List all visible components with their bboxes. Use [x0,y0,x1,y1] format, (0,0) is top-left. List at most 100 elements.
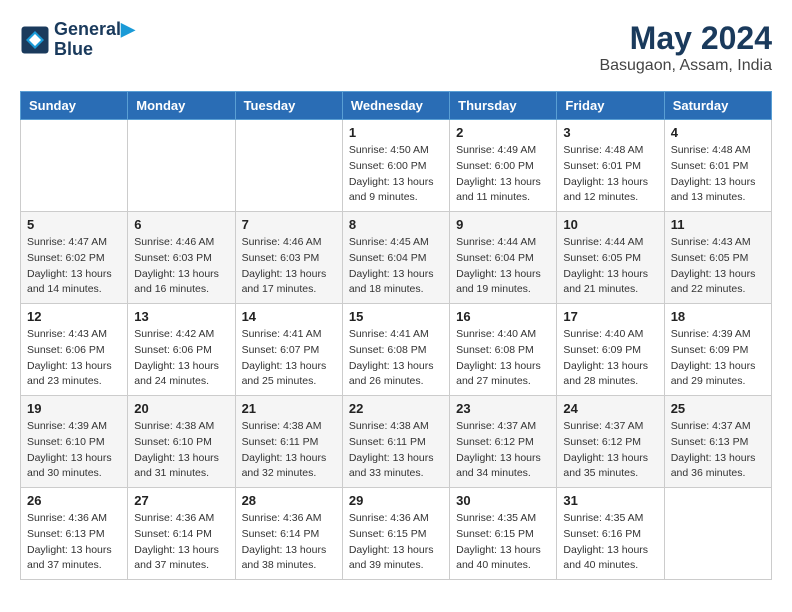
day-info: Sunrise: 4:46 AMSunset: 6:03 PMDaylight:… [242,235,336,298]
day-info: Sunrise: 4:35 AMSunset: 6:16 PMDaylight:… [563,511,657,574]
day-number: 16 [456,309,550,324]
day-info: Sunrise: 4:40 AMSunset: 6:09 PMDaylight:… [563,327,657,390]
calendar-cell: 15Sunrise: 4:41 AMSunset: 6:08 PMDayligh… [342,304,449,396]
calendar-cell: 25 Sunrise: 4:37 AMSunset: 6:13 PMDayligh… [664,396,771,488]
day-info: Sunrise: 4:48 AMSunset: 6:01 PMDaylight:… [671,143,765,206]
day-info: Sunrise: 4:36 AMSunset: 6:14 PMDaylight:… [134,511,228,574]
calendar-cell: 31 Sunrise: 4:35 AMSunset: 6:16 PMDayligh… [557,488,664,580]
calendar-cell: 9 Sunrise: 4:44 AMSunset: 6:04 PMDaylight… [450,212,557,304]
calendar-cell [128,120,235,212]
day-number: 23 [456,401,550,416]
day-number: 22 [349,401,443,416]
title-block: May 2024 Basugaon, Assam, India [599,20,772,75]
day-info: Sunrise: 4:35 AMSunset: 6:15 PMDaylight:… [456,511,550,574]
calendar-table: SundayMondayTuesdayWednesdayThursdayFrid… [20,91,772,580]
weekday-header-tuesday: Tuesday [235,92,342,120]
day-info: Sunrise: 4:38 AMSunset: 6:10 PMDaylight:… [134,419,228,482]
week-row-4: 19 Sunrise: 4:39 AMSunset: 6:10 PMDayligh… [21,396,772,488]
day-info: Sunrise: 4:43 AMSunset: 6:06 PMDaylight:… [27,327,121,390]
calendar-cell: 16 Sunrise: 4:40 AMSunset: 6:08 PMDayligh… [450,304,557,396]
day-number: 26 [27,493,121,508]
calendar-cell: 17 Sunrise: 4:40 AMSunset: 6:09 PMDayligh… [557,304,664,396]
day-info: Sunrise: 4:40 AMSunset: 6:08 PMDaylight:… [456,327,550,390]
day-number: 17 [563,309,657,324]
day-number: 8 [349,217,443,232]
week-row-5: 26Sunrise: 4:36 AMSunset: 6:13 PMDayligh… [21,488,772,580]
calendar-cell: 26Sunrise: 4:36 AMSunset: 6:13 PMDayligh… [21,488,128,580]
day-info: Sunrise: 4:48 AMSunset: 6:01 PMDaylight:… [563,143,657,206]
calendar-cell: 2 Sunrise: 4:49 AMSunset: 6:00 PMDaylight… [450,120,557,212]
day-number: 1 [349,125,443,140]
week-row-3: 12Sunrise: 4:43 AMSunset: 6:06 PMDayligh… [21,304,772,396]
month-year-title: May 2024 [599,20,772,57]
day-number: 4 [671,125,765,140]
calendar-cell: 29Sunrise: 4:36 AMSunset: 6:15 PMDayligh… [342,488,449,580]
day-number: 6 [134,217,228,232]
day-info: Sunrise: 4:41 AMSunset: 6:07 PMDaylight:… [242,327,336,390]
calendar-cell: 27 Sunrise: 4:36 AMSunset: 6:14 PMDayligh… [128,488,235,580]
day-number: 31 [563,493,657,508]
calendar-cell: 28Sunrise: 4:36 AMSunset: 6:14 PMDayligh… [235,488,342,580]
day-info: Sunrise: 4:45 AMSunset: 6:04 PMDaylight:… [349,235,443,298]
day-number: 9 [456,217,550,232]
calendar-cell: 24Sunrise: 4:37 AMSunset: 6:12 PMDayligh… [557,396,664,488]
week-row-1: 1 Sunrise: 4:50 AMSunset: 6:00 PMDaylight… [21,120,772,212]
weekday-header-thursday: Thursday [450,92,557,120]
day-info: Sunrise: 4:36 AMSunset: 6:14 PMDaylight:… [242,511,336,574]
calendar-cell: 1 Sunrise: 4:50 AMSunset: 6:00 PMDaylight… [342,120,449,212]
calendar-cell: 23 Sunrise: 4:37 AMSunset: 6:12 PMDayligh… [450,396,557,488]
day-info: Sunrise: 4:49 AMSunset: 6:00 PMDaylight:… [456,143,550,206]
day-number: 30 [456,493,550,508]
calendar-cell: 4 Sunrise: 4:48 AMSunset: 6:01 PMDaylight… [664,120,771,212]
calendar-cell: 3 Sunrise: 4:48 AMSunset: 6:01 PMDaylight… [557,120,664,212]
day-number: 7 [242,217,336,232]
day-info: Sunrise: 4:50 AMSunset: 6:00 PMDaylight:… [349,143,443,206]
location-label: Basugaon, Assam, India [599,57,772,75]
day-info: Sunrise: 4:39 AMSunset: 6:10 PMDaylight:… [27,419,121,482]
calendar-cell [235,120,342,212]
day-number: 13 [134,309,228,324]
calendar-cell: 30 Sunrise: 4:35 AMSunset: 6:15 PMDayligh… [450,488,557,580]
day-info: Sunrise: 4:44 AMSunset: 6:04 PMDaylight:… [456,235,550,298]
calendar-cell: 19 Sunrise: 4:39 AMSunset: 6:10 PMDayligh… [21,396,128,488]
calendar-cell: 11Sunrise: 4:43 AMSunset: 6:05 PMDayligh… [664,212,771,304]
weekday-header-sunday: Sunday [21,92,128,120]
day-info: Sunrise: 4:37 AMSunset: 6:12 PMDaylight:… [563,419,657,482]
day-number: 20 [134,401,228,416]
day-info: Sunrise: 4:41 AMSunset: 6:08 PMDaylight:… [349,327,443,390]
day-number: 14 [242,309,336,324]
calendar-cell: 6Sunrise: 4:46 AMSunset: 6:03 PMDaylight… [128,212,235,304]
week-row-2: 5Sunrise: 4:47 AMSunset: 6:02 PMDaylight… [21,212,772,304]
day-info: Sunrise: 4:39 AMSunset: 6:09 PMDaylight:… [671,327,765,390]
day-number: 19 [27,401,121,416]
page-header: General▶ Blue May 2024 Basugaon, Assam, … [20,20,772,75]
logo-icon [20,25,50,55]
day-number: 10 [563,217,657,232]
calendar-cell [664,488,771,580]
calendar-cell: 7 Sunrise: 4:46 AMSunset: 6:03 PMDaylight… [235,212,342,304]
day-number: 18 [671,309,765,324]
day-info: Sunrise: 4:44 AMSunset: 6:05 PMDaylight:… [563,235,657,298]
weekday-header-friday: Friday [557,92,664,120]
day-info: Sunrise: 4:47 AMSunset: 6:02 PMDaylight:… [27,235,121,298]
calendar-cell: 10 Sunrise: 4:44 AMSunset: 6:05 PMDayligh… [557,212,664,304]
day-number: 3 [563,125,657,140]
day-number: 2 [456,125,550,140]
day-info: Sunrise: 4:37 AMSunset: 6:13 PMDaylight:… [671,419,765,482]
weekday-header-wednesday: Wednesday [342,92,449,120]
calendar-cell: 12Sunrise: 4:43 AMSunset: 6:06 PMDayligh… [21,304,128,396]
calendar-cell: 5Sunrise: 4:47 AMSunset: 6:02 PMDaylight… [21,212,128,304]
day-number: 25 [671,401,765,416]
day-number: 27 [134,493,228,508]
calendar-cell: 22 Sunrise: 4:38 AMSunset: 6:11 PMDayligh… [342,396,449,488]
logo-text: General▶ Blue [54,20,135,60]
day-info: Sunrise: 4:36 AMSunset: 6:15 PMDaylight:… [349,511,443,574]
day-number: 21 [242,401,336,416]
day-info: Sunrise: 4:38 AMSunset: 6:11 PMDaylight:… [349,419,443,482]
day-info: Sunrise: 4:42 AMSunset: 6:06 PMDaylight:… [134,327,228,390]
calendar-cell: 18 Sunrise: 4:39 AMSunset: 6:09 PMDayligh… [664,304,771,396]
weekday-header-saturday: Saturday [664,92,771,120]
day-number: 11 [671,217,765,232]
day-info: Sunrise: 4:37 AMSunset: 6:12 PMDaylight:… [456,419,550,482]
calendar-cell [21,120,128,212]
